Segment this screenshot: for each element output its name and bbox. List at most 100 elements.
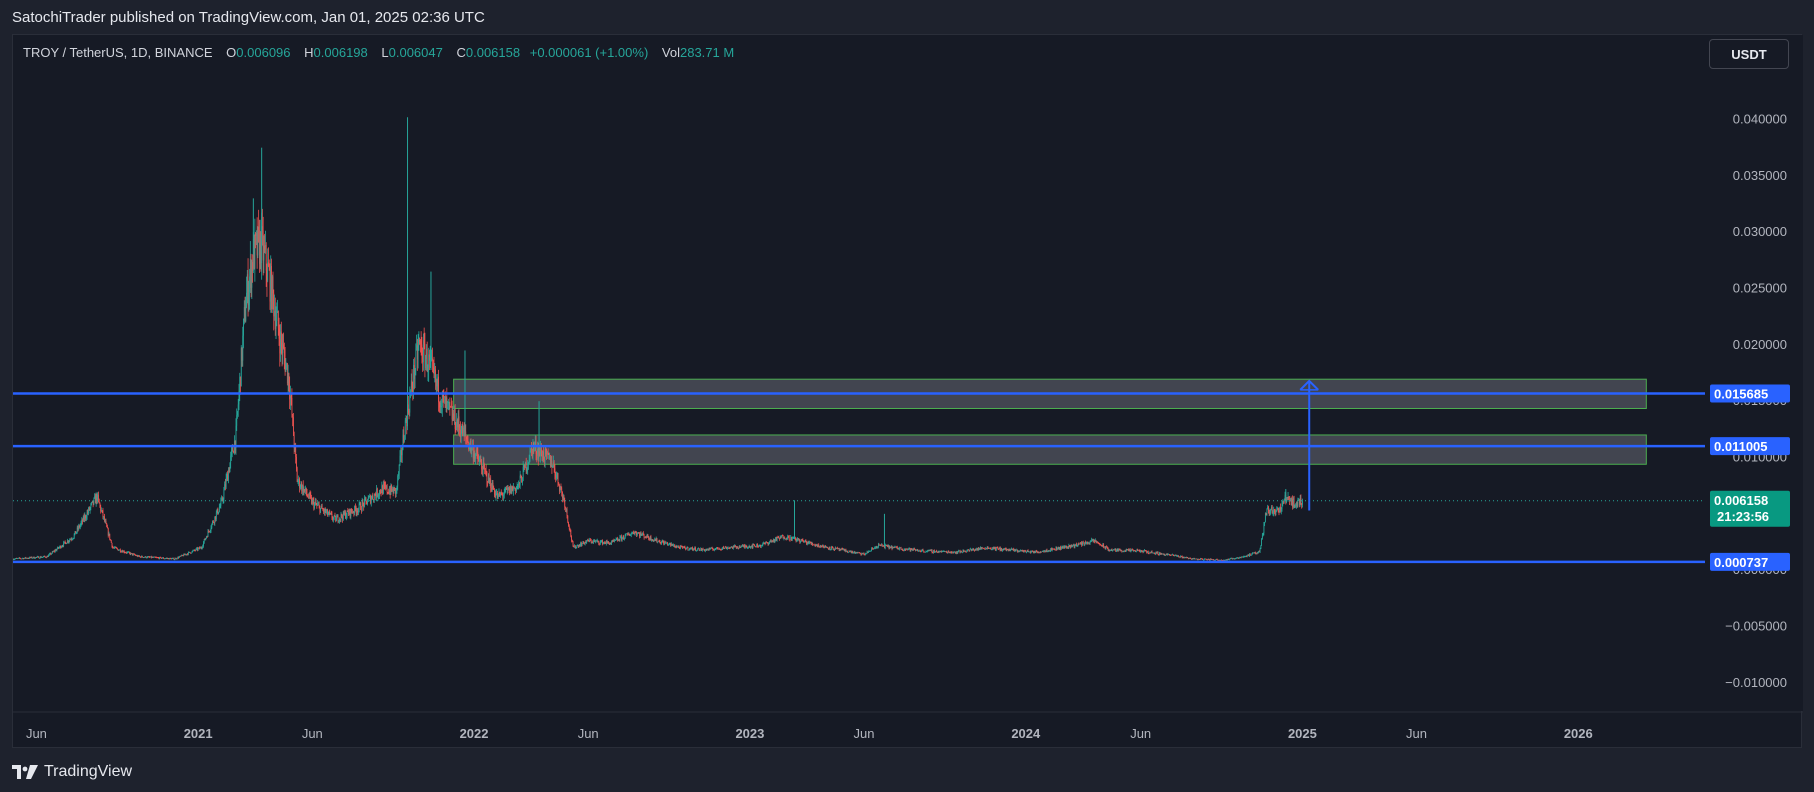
candle-body <box>1088 543 1090 545</box>
candle-body <box>1215 559 1217 560</box>
candle-body <box>414 370 416 379</box>
candle-body <box>284 356 286 372</box>
candle-body <box>345 512 346 519</box>
candle-body <box>479 460 481 461</box>
candle-body <box>1164 554 1166 556</box>
candle-body <box>1046 549 1048 552</box>
y-tick-label: 0.040000 <box>1733 112 1787 127</box>
candle-body <box>1264 522 1266 525</box>
candle-body <box>1260 545 1262 549</box>
candle-body <box>732 546 734 549</box>
currency-button[interactable]: USDT <box>1709 39 1789 69</box>
candle-body <box>363 503 365 507</box>
candle-body <box>243 318 244 336</box>
candle-body <box>1127 549 1129 551</box>
candle-body <box>512 487 514 491</box>
candle-body <box>1177 555 1179 557</box>
candle-body <box>1075 544 1077 545</box>
candle-body <box>1217 559 1219 561</box>
candle-body <box>513 487 515 489</box>
candle-body <box>778 538 780 540</box>
candle-body <box>180 555 182 557</box>
candle-body <box>315 501 317 505</box>
candle-body <box>748 546 750 547</box>
candle-body <box>978 548 980 550</box>
candle-body <box>91 502 93 505</box>
symbol-label[interactable]: TROY / TetherUS, 1D, BINANCE <box>23 45 213 60</box>
candle-body <box>527 463 529 469</box>
candle-body <box>898 548 900 550</box>
candle-body <box>1252 552 1254 554</box>
tradingview-logo[interactable]: TradingView <box>12 763 132 781</box>
candle-body <box>532 442 534 456</box>
candle-body <box>1156 551 1157 553</box>
candle-body <box>91 500 93 503</box>
candle-body <box>1161 553 1163 555</box>
candle-body <box>1228 559 1230 561</box>
candle-body <box>988 548 990 549</box>
candle-body <box>831 546 833 548</box>
candle-body <box>977 548 978 550</box>
candle-body <box>547 451 549 455</box>
candle-body <box>1004 548 1006 550</box>
candle-body <box>1166 553 1168 555</box>
candle-body <box>1143 550 1145 553</box>
candle-body <box>1183 556 1185 558</box>
candle-body <box>79 525 80 528</box>
candle-body <box>682 546 684 548</box>
candle-body <box>249 258 251 277</box>
candle-body <box>516 486 518 488</box>
chart-panel[interactable]: 0.0450000.0400000.0350000.0300000.025000… <box>12 34 1803 749</box>
candle-body <box>352 512 354 513</box>
candle-body <box>601 540 603 542</box>
candle-body <box>247 274 249 306</box>
candle-body <box>394 487 396 489</box>
candle-body <box>805 540 807 542</box>
candle-body <box>1051 548 1052 551</box>
candle-body <box>188 551 190 553</box>
candle-body <box>561 488 563 493</box>
candle-body <box>174 559 176 561</box>
candle-body <box>258 226 260 231</box>
candle-body <box>766 542 768 544</box>
candle-body <box>39 556 41 559</box>
candle-body <box>990 548 992 550</box>
candle-body <box>1233 558 1235 560</box>
y-tick-label: 0.025000 <box>1733 281 1787 296</box>
candle-body <box>281 342 283 354</box>
candle-body <box>1051 548 1053 551</box>
candle-body <box>70 539 72 540</box>
candle-body <box>619 536 621 541</box>
candle-body <box>581 543 583 546</box>
candle-body <box>787 535 789 539</box>
price-chart[interactable]: 0.0450000.0400000.0350000.0300000.025000… <box>13 35 1803 749</box>
candle-body <box>1264 513 1266 523</box>
candle-body <box>626 533 628 535</box>
candle-body <box>934 551 936 553</box>
candle-body <box>901 548 903 550</box>
candle-body <box>546 451 548 455</box>
candle-body <box>777 537 779 539</box>
candle-body <box>887 545 889 547</box>
candle-body <box>265 244 267 271</box>
candle-body <box>629 535 631 537</box>
candle-body <box>575 547 577 549</box>
candle-body <box>503 495 504 497</box>
candle-body <box>912 549 914 550</box>
candle-body <box>481 463 483 470</box>
candle-body <box>617 538 619 541</box>
candle-body <box>628 533 630 536</box>
candle-body <box>1125 550 1126 552</box>
candle-body <box>738 546 740 549</box>
candle-body <box>1182 556 1184 558</box>
candle-body <box>119 549 120 551</box>
candle-body <box>614 540 616 542</box>
candle-body <box>961 552 963 553</box>
candle-body <box>613 540 615 541</box>
candle-body <box>213 522 215 524</box>
candle-body <box>603 542 605 544</box>
candle-body <box>574 545 575 548</box>
candles <box>13 117 1303 562</box>
candle-body <box>1039 552 1041 553</box>
candle-body <box>725 546 727 548</box>
